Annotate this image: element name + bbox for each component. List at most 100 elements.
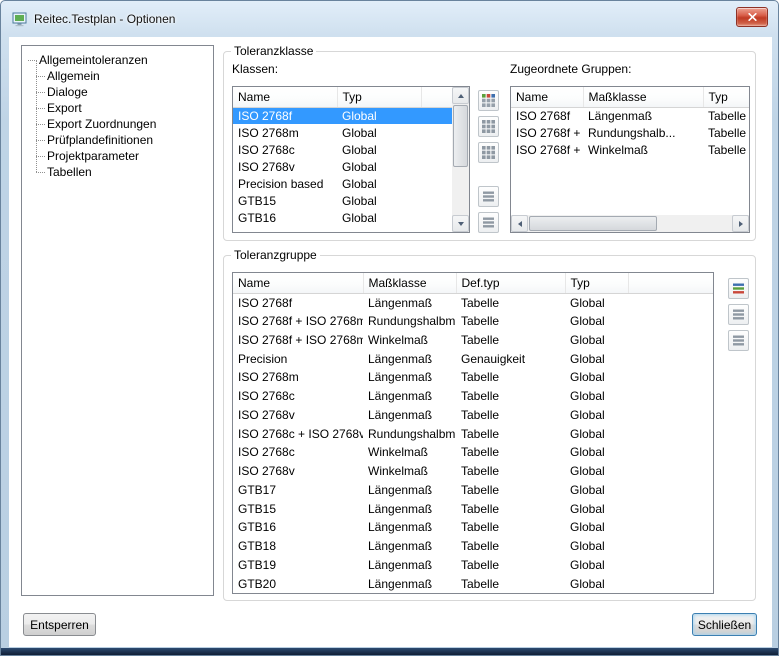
cell-typ: Tabelle <box>703 141 749 158</box>
scroll-up-button[interactable] <box>452 87 469 104</box>
klassen-edit-button[interactable] <box>478 116 499 137</box>
toleranzgruppe-row[interactable]: GTB15 Längenmaß Tabelle Global <box>233 499 713 518</box>
gruppe-new-button[interactable] <box>728 278 749 299</box>
column-header-deftyp[interactable]: Def.typ <box>456 273 565 293</box>
scrollbar-thumb[interactable] <box>453 105 468 167</box>
scroll-left-button[interactable] <box>511 215 528 232</box>
tree-item[interactable]: Prüfplandefinitionen <box>22 132 213 148</box>
tree-children: Allgemein Dialoge Export Export Zuordnun… <box>22 68 213 180</box>
zugeordnete-horizontal-scrollbar[interactable] <box>511 215 749 232</box>
toleranzgruppe-row[interactable]: GTB17 Längenmaß Tabelle Global <box>233 481 713 500</box>
cell-massklasse: Längenmaß <box>363 499 456 518</box>
tree-item[interactable]: Projektparameter <box>22 148 213 164</box>
cell-filler <box>628 406 713 425</box>
rows-icon <box>732 308 745 321</box>
klassen-list: Name Typ ISO 2768f Global ISO 2768m Glob… <box>232 86 470 233</box>
rows-icon <box>732 334 745 347</box>
cell-typ: Global <box>565 293 628 312</box>
klassen-vertical-scrollbar[interactable] <box>452 87 469 232</box>
toleranzgruppe-row[interactable]: ISO 2768c Längenmaß Tabelle Global <box>233 387 713 406</box>
tree-item[interactable]: Dialoge <box>22 84 213 100</box>
zugeordnete-header-row: Name Maßklasse Typ <box>511 87 749 107</box>
arrow-down-icon <box>458 222 464 226</box>
tree-item[interactable]: Tabellen <box>22 164 213 180</box>
zugeordnete-row[interactable]: ISO 2768f Längenmaß Tabelle <box>511 107 749 124</box>
schliessen-button[interactable]: Schließen <box>692 613 757 636</box>
cell-massklasse: Längenmaß <box>363 406 456 425</box>
zugeordnete-row[interactable]: ISO 2768f + IS... Winkelmaß Tabelle <box>511 141 749 158</box>
gruppe-edit-button[interactable] <box>728 304 749 325</box>
toleranzgruppe-row[interactable]: ISO 2768f Längenmaß Tabelle Global <box>233 293 713 312</box>
toleranzgruppe-row[interactable]: ISO 2768f + ISO 2768m Winkelmaß Tabelle … <box>233 331 713 350</box>
cell-filler <box>628 387 713 406</box>
cell-deftyp: Tabelle <box>456 293 565 312</box>
column-header-name[interactable]: Name <box>233 87 337 107</box>
toleranzklasse-group: Toleranzklasse Klassen: Name Typ <box>223 51 756 241</box>
toleranzgruppe-row[interactable]: GTB18 Längenmaß Tabelle Global <box>233 537 713 556</box>
cell-typ: Global <box>565 499 628 518</box>
cell-typ: Tabelle <box>703 124 749 141</box>
toleranzgruppe-row[interactable]: GTB20 Längenmaß Tabelle Global <box>233 574 713 593</box>
klassen-row[interactable]: ISO 2768c Global <box>233 141 452 158</box>
klassen-row[interactable]: GTB15 Global <box>233 192 452 209</box>
klassen-row[interactable]: ISO 2768v Global <box>233 158 452 175</box>
cell-deftyp: Tabelle <box>456 424 565 443</box>
klassen-remove-assignment-button[interactable] <box>478 212 499 233</box>
tree-item[interactable]: Allgemein <box>22 68 213 84</box>
toleranzgruppe-row[interactable]: ISO 2768f + ISO 2768m Rundungshalbm... T… <box>233 312 713 331</box>
klassen-new-button[interactable] <box>478 90 499 111</box>
klassen-row[interactable]: ISO 2768m Global <box>233 124 452 141</box>
cell-name: GTB18 <box>233 537 363 556</box>
toleranzgruppe-row[interactable]: ISO 2768v Winkelmaß Tabelle Global <box>233 462 713 481</box>
cell-deftyp: Tabelle <box>456 387 565 406</box>
tree-item-label: Tabellen <box>47 165 92 179</box>
cell-name: GTB15 <box>233 499 363 518</box>
scroll-down-button[interactable] <box>452 215 469 232</box>
klassen-row[interactable]: ISO 2768f Global <box>233 107 452 124</box>
cell-deftyp: Tabelle <box>456 312 565 331</box>
titlebar[interactable]: Reitec.Testplan - Optionen <box>1 1 778 37</box>
cell-name: ISO 2768v <box>233 158 337 175</box>
toleranzgruppe-row[interactable]: Precision Längenmaß Genauigkeit Global <box>233 349 713 368</box>
tree-item[interactable]: Export Zuordnungen <box>22 116 213 132</box>
column-header-typ[interactable]: Typ <box>337 87 421 107</box>
cell-deftyp: Tabelle <box>456 537 565 556</box>
column-header-typ[interactable]: Typ <box>565 273 628 293</box>
entsperren-button[interactable]: Entsperren <box>23 613 96 636</box>
cell-deftyp: Tabelle <box>456 481 565 500</box>
cell-filler <box>421 124 452 141</box>
tree-item-label: Allgemein <box>47 69 100 83</box>
cell-filler <box>628 518 713 537</box>
klassen-row[interactable]: GTB16 Global <box>233 209 452 226</box>
tree-item-allgemeintoleranzen[interactable]: Allgemeintoleranzen <box>22 52 213 68</box>
cell-filler <box>421 107 452 124</box>
column-header-massklasse[interactable]: Maßklasse <box>363 273 456 293</box>
column-header-filler <box>628 273 713 293</box>
toleranzgruppe-row[interactable]: GTB16 Längenmaß Tabelle Global <box>233 518 713 537</box>
scroll-right-button[interactable] <box>732 215 749 232</box>
cell-deftyp: Tabelle <box>456 443 565 462</box>
toleranzgruppe-row[interactable]: ISO 2768v Längenmaß Tabelle Global <box>233 406 713 425</box>
tree-item[interactable]: Export <box>22 100 213 116</box>
column-header-massklasse[interactable]: Maßklasse <box>583 87 703 107</box>
klassen-row[interactable]: Precision based Global <box>233 175 452 192</box>
gruppe-delete-button[interactable] <box>728 330 749 351</box>
cell-massklasse: Rundungshalbm... <box>363 312 456 331</box>
cell-name: GTB17 <box>233 481 363 500</box>
zugeordnete-row[interactable]: ISO 2768f + IS... Rundungshalb... Tabell… <box>511 124 749 141</box>
column-header-name[interactable]: Name <box>233 273 363 293</box>
klassen-delete-button[interactable] <box>478 142 499 163</box>
toleranzgruppe-row[interactable]: ISO 2768m Längenmaß Tabelle Global <box>233 368 713 387</box>
close-button[interactable] <box>736 7 768 27</box>
toleranzgruppe-row[interactable]: ISO 2768c Winkelmaß Tabelle Global <box>233 443 713 462</box>
klassen-assign-button[interactable] <box>478 186 499 207</box>
toleranzgruppe-row[interactable]: GTB19 Längenmaß Tabelle Global <box>233 556 713 575</box>
cell-typ: Global <box>565 387 628 406</box>
cell-name: ISO 2768c <box>233 387 363 406</box>
column-header-typ[interactable]: Typ <box>703 87 749 107</box>
cell-typ: Global <box>337 192 421 209</box>
toleranzgruppe-row[interactable]: ISO 2768c + ISO 2768v Rundungshalbm... T… <box>233 424 713 443</box>
cell-massklasse: Längenmaß <box>363 387 456 406</box>
column-header-name[interactable]: Name <box>511 87 583 107</box>
scrollbar-thumb[interactable] <box>529 216 657 231</box>
